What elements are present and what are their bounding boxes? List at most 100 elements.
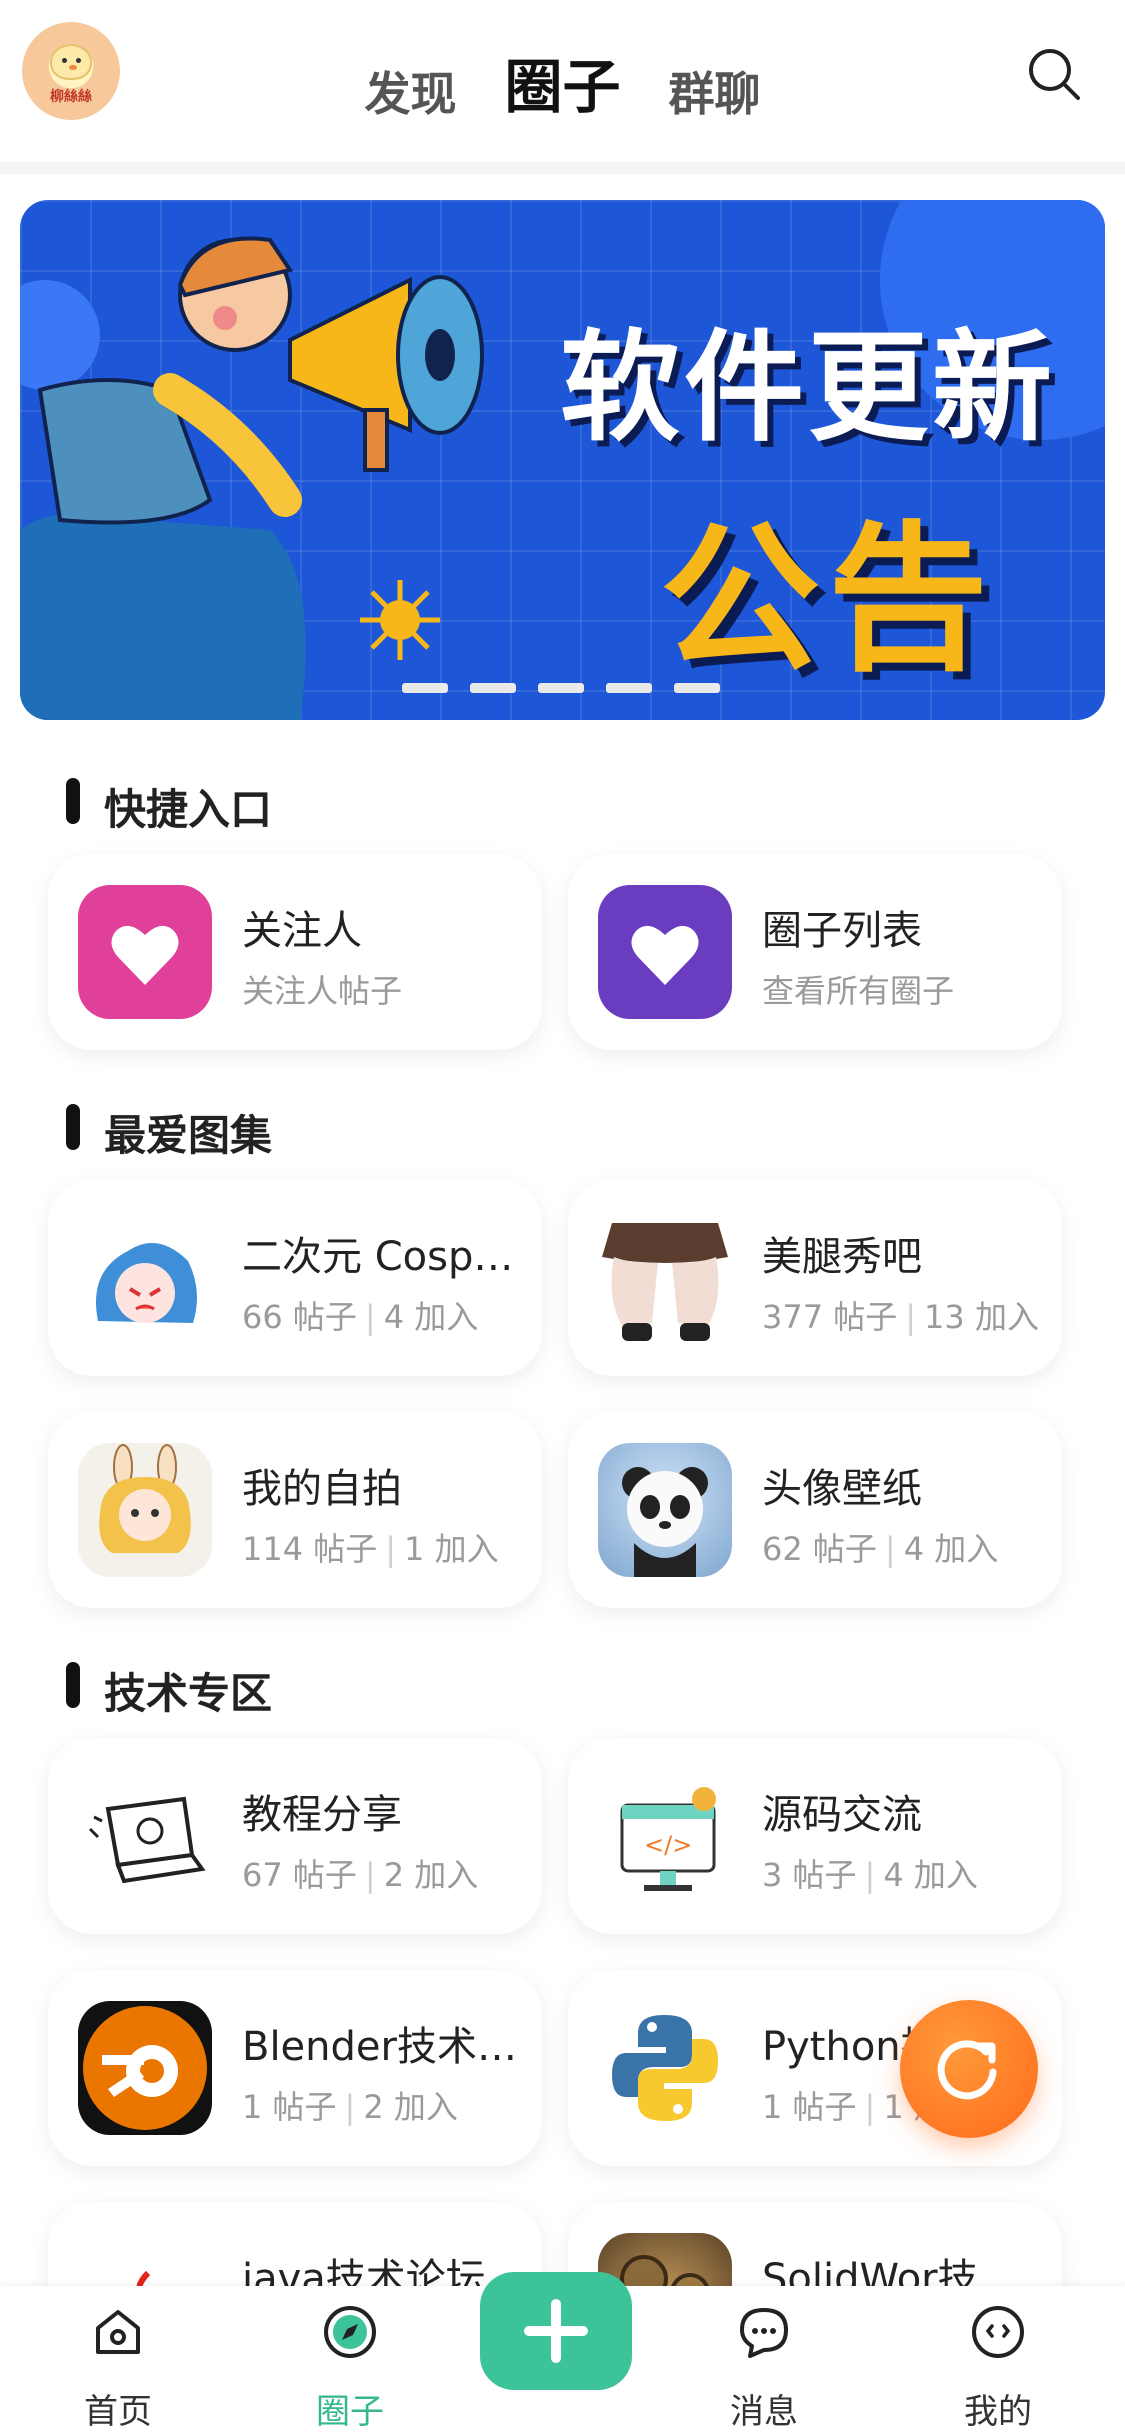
stat-separator: | <box>864 1856 876 1894</box>
nav-home[interactable]: 首页 <box>48 2286 188 2436</box>
card-stats: 377 帖子 | 13 加入 <box>762 1292 1052 1338</box>
refresh-icon <box>937 2040 997 2100</box>
card-title: 我的自拍 <box>242 1466 402 1512</box>
top-header: 柳絲絲 发现 圈子 群聊 <box>0 0 1125 160</box>
anime-girl-icon <box>78 1211 212 1345</box>
tab-group-chat[interactable]: 群聊 <box>669 58 761 124</box>
banner-dot[interactable] <box>606 683 652 693</box>
circle-card-legs[interactable]: 美腿秀吧 377 帖子 | 13 加入 <box>568 1180 1062 1376</box>
top-tabs: 发现 圈子 群聊 <box>0 40 1125 124</box>
post-count: 114 帖子 <box>242 1530 378 1568</box>
card-subtitle: 查看所有圈子 <box>762 972 955 1010</box>
banner-dot[interactable] <box>402 683 448 693</box>
post-count: 377 帖子 <box>762 1298 898 1336</box>
banner-headline: 软件更新 <box>560 319 1056 458</box>
chat-icon <box>740 2308 788 2358</box>
card-title: 源码交流 <box>762 1792 922 1838</box>
announcement-banner[interactable]: 软件更新 公告 <box>20 200 1105 720</box>
plus-icon <box>524 2299 588 2363</box>
section-title: 快捷入口 <box>104 785 273 834</box>
stat-separator: | <box>864 2088 876 2126</box>
profile-face-icon <box>972 2306 1024 2358</box>
card-title: 圈子列表 <box>762 908 922 954</box>
post-count: 3 帖子 <box>762 1856 857 1894</box>
card-stats: 66 帖子 | 4 加入 <box>242 1292 532 1338</box>
circle-card-tutorials[interactable]: 教程分享 67 帖子 | 2 加入 <box>48 1738 542 1934</box>
join-count: 4 加入 <box>903 1530 999 1568</box>
banner-pagination <box>402 678 742 697</box>
nav-label: 我的 <box>964 2392 1032 2432</box>
home-icon <box>96 2310 140 2354</box>
heart-icon <box>78 885 212 1019</box>
card-title: 美腿秀吧 <box>762 1234 922 1280</box>
join-count: 4 加入 <box>383 1298 479 1336</box>
quick-card-following[interactable]: 关注人 关注人帖子 <box>48 854 542 1050</box>
nav-label: 圈子 <box>316 2392 384 2432</box>
search-button[interactable] <box>1024 44 1084 104</box>
refresh-button[interactable] <box>900 2000 1038 2138</box>
megaphone-person-illustration <box>20 236 484 720</box>
banner-dot[interactable] <box>674 683 720 693</box>
section-bar <box>66 1104 80 1150</box>
section-title: 最爱图集 <box>104 1111 273 1160</box>
join-count: 2 加入 <box>363 2088 458 2126</box>
section-bar <box>66 1662 80 1708</box>
join-count: 13 加入 <box>924 1298 1039 1336</box>
card-title: 头像壁纸 <box>762 1466 922 1512</box>
card-title: Blender技术交流 <box>242 2024 522 2070</box>
legs-photo-icon <box>598 1211 732 1345</box>
stat-separator: | <box>884 1530 896 1568</box>
post-count: 66 帖子 <box>242 1298 357 1336</box>
stat-separator: | <box>905 1298 917 1336</box>
python-logo-icon <box>598 2001 732 2135</box>
banner-subheadline: 公告 <box>660 506 997 693</box>
card-stats: 67 帖子 | 2 加入 <box>242 1850 532 1896</box>
stat-separator: | <box>364 1856 376 1894</box>
card-title: 关注人 <box>242 908 362 954</box>
post-count: 67 帖子 <box>242 1856 357 1894</box>
search-icon <box>1029 49 1080 100</box>
panda-icon <box>598 1443 732 1577</box>
join-count: 1 加入 <box>404 1530 499 1568</box>
stat-separator: | <box>364 1298 376 1336</box>
circle-card-avatar-wallpaper[interactable]: 头像壁纸 62 帖子 | 4 加入 <box>568 1412 1062 1608</box>
circle-card-source-code[interactable]: </> 源码交流 3 帖子 | 4 加入 <box>568 1738 1062 1934</box>
nav-label: 消息 <box>730 2392 798 2432</box>
tab-circles[interactable]: 圈子 <box>504 40 620 124</box>
code-monitor-icon: </> <box>598 1769 732 1903</box>
circle-card-cosplay[interactable]: 二次元 Cosplay 66 帖子 | 4 加入 <box>48 1180 542 1376</box>
bottom-navigation: 首页 圈子 消息 我的 <box>0 2272 1125 2436</box>
heart-icon <box>598 885 732 1019</box>
card-stats: 62 帖子 | 4 加入 <box>762 1524 1052 1570</box>
banner-dot[interactable] <box>538 683 584 693</box>
join-count: 2 加入 <box>383 1856 479 1894</box>
card-stats: 3 帖子 | 4 加入 <box>762 1850 1052 1896</box>
header-divider <box>0 162 1125 174</box>
nav-messages[interactable]: 消息 <box>694 2286 834 2436</box>
laptop-icon <box>78 1769 212 1903</box>
banner-dot[interactable] <box>470 683 516 693</box>
stat-separator: | <box>344 2088 356 2126</box>
join-count: 4 加入 <box>883 1856 978 1894</box>
bunny-girl-icon <box>78 1443 212 1577</box>
post-count: 1 帖子 <box>242 2088 337 2126</box>
add-post-button[interactable] <box>480 2272 632 2390</box>
svg-text:</>: </> <box>644 1831 692 1859</box>
tab-discover[interactable]: 发现 <box>364 58 456 124</box>
section-bar <box>66 778 80 824</box>
card-stats: 114 帖子 | 1 加入 <box>242 1524 532 1570</box>
section-title: 技术专区 <box>104 1669 273 1718</box>
compass-icon <box>324 2306 376 2358</box>
nav-circles[interactable]: 圈子 <box>280 2286 420 2436</box>
card-subtitle: 关注人帖子 <box>242 972 403 1010</box>
nav-label: 首页 <box>84 2392 152 2432</box>
circle-card-selfie[interactable]: 我的自拍 114 帖子 | 1 加入 <box>48 1412 542 1608</box>
nav-profile[interactable]: 我的 <box>928 2286 1068 2436</box>
post-count: 62 帖子 <box>762 1530 877 1568</box>
quick-card-circle-list[interactable]: 圈子列表 查看所有圈子 <box>568 854 1062 1050</box>
card-stats: 1 帖子 | 2 加入 <box>242 2082 532 2128</box>
card-title: 二次元 Cosplay <box>242 1234 522 1280</box>
circle-card-blender[interactable]: Blender技术交流 1 帖子|2 加入 <box>48 1970 542 2166</box>
card-title: 教程分享 <box>242 1792 402 1838</box>
post-count: 1 帖子 <box>762 2088 857 2126</box>
